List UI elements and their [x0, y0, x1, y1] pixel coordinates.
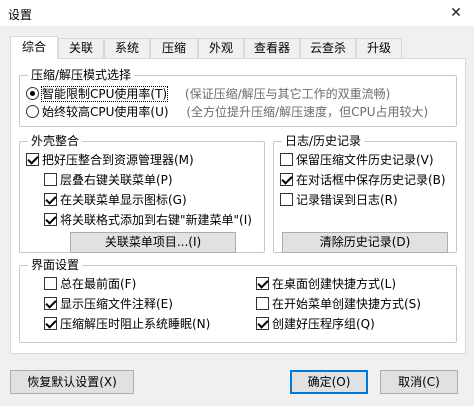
log-group-title: 日志/历史记录 [282, 134, 365, 148]
checkbox[interactable] [256, 317, 269, 330]
checkbox-label: 保留压缩文件历史记录(V) [296, 153, 434, 167]
ui-group-title: 界面设置 [28, 258, 83, 272]
checkbox[interactable] [44, 317, 57, 330]
mode-group-title: 压缩/解压模式选择 [28, 68, 135, 82]
tab-association[interactable]: 关联 [58, 38, 104, 58]
mode-option-high[interactable]: 始终较高CPU使用率(U) (全方位提升压缩/解压速度，但CPU占用较大) [26, 104, 428, 120]
shell-item-new-menu[interactable]: 将关联格式添加到右键"新建菜单"(I) [44, 212, 252, 228]
tab-system[interactable]: 系统 [104, 38, 150, 58]
checkbox-label: 在关联菜单显示图标(G) [60, 193, 187, 207]
checkbox[interactable] [44, 277, 57, 290]
ok-button[interactable]: 确定(O) [290, 370, 368, 394]
shell-item-integrate[interactable]: 把好压整合到资源管理器(M) [26, 152, 194, 168]
checkbox[interactable] [280, 153, 293, 166]
radio-smart-cpu[interactable] [26, 87, 39, 100]
tab-viewer[interactable]: 查看器 [244, 38, 300, 58]
cancel-button[interactable]: 取消(C) [380, 370, 458, 394]
ui-item-program-group[interactable]: 创建好压程序组(Q) [256, 316, 375, 332]
tab-strip: 综合 关联 系统 压缩 外观 查看器 云查杀 升级 [10, 36, 466, 59]
radio-high-cpu[interactable] [26, 105, 39, 118]
checkbox[interactable] [280, 193, 293, 206]
log-item-errors[interactable]: 记录错误到日志(R) [280, 192, 398, 208]
checkbox-label: 将关联格式添加到右键"新建菜单"(I) [60, 213, 252, 227]
mode-option-smart[interactable]: 智能限制CPU使用率(T) (保证压缩/解压与其它工作的双重流畅) [26, 86, 390, 102]
checkbox-label: 显示压缩文件注释(E) [60, 297, 173, 311]
log-item-keep-history[interactable]: 保留压缩文件历史记录(V) [280, 152, 434, 168]
ui-item-always-on-top[interactable]: 总在最前面(F) [44, 276, 136, 292]
checkbox[interactable] [256, 277, 269, 290]
tab-compression[interactable]: 压缩 [150, 38, 198, 58]
ui-item-desktop-shortcut[interactable]: 在桌面创建快捷方式(L) [256, 276, 396, 292]
title-bar: 设置 ✕ [0, 0, 474, 26]
checkbox[interactable] [44, 297, 57, 310]
checkbox[interactable] [26, 153, 39, 166]
checkbox-label: 总在最前面(F) [60, 277, 137, 291]
ui-item-show-comment[interactable]: 显示压缩文件注释(E) [44, 296, 173, 312]
checkbox[interactable] [44, 213, 57, 226]
checkbox-label: 把好压整合到资源管理器(M) [42, 153, 194, 167]
mode-option-hint: (全方位提升压缩/解压速度，但CPU占用较大) [186, 105, 429, 119]
settings-panel: 压缩/解压模式选择 智能限制CPU使用率(T) (保证压缩/解压与其它工作的双重… [10, 58, 466, 354]
mode-option-label: 智能限制CPU使用率(T) [40, 86, 169, 102]
shell-item-cascade[interactable]: 层叠右键关联菜单(P) [44, 172, 173, 188]
checkbox-label: 创建好压程序组(Q) [272, 317, 375, 331]
ui-item-prevent-sleep[interactable]: 压缩解压时阻止系统睡眠(N) [44, 316, 210, 332]
shell-group-title: 外壳整合 [28, 134, 83, 148]
checkbox-label: 在开始菜单创建快捷方式(S) [272, 297, 421, 311]
checkbox[interactable] [280, 173, 293, 186]
association-menu-items-button[interactable]: 关联菜单项目...(I) [70, 232, 236, 253]
shell-group: 外壳整合 把好压整合到资源管理器(M) 层叠右键关联菜单(P) 在关联菜单显示图… [19, 134, 265, 253]
checkbox[interactable] [256, 297, 269, 310]
checkbox-label: 在桌面创建快捷方式(L) [272, 277, 397, 291]
checkbox-label: 在对话框中保存历史记录(B) [296, 173, 446, 187]
tab-general[interactable]: 综合 [10, 36, 58, 59]
log-item-save-dialog[interactable]: 在对话框中保存历史记录(B) [280, 172, 446, 188]
ui-item-start-menu-shortcut[interactable]: 在开始菜单创建快捷方式(S) [256, 296, 421, 312]
checkbox[interactable] [44, 193, 57, 206]
mode-option-hint: (保证压缩/解压与其它工作的双重流畅) [184, 87, 391, 101]
tab-update[interactable]: 升级 [356, 38, 402, 58]
tab-cloud-scan[interactable]: 云查杀 [300, 38, 356, 58]
log-group: 日志/历史记录 保留压缩文件历史记录(V) 在对话框中保存历史记录(B) 记录错… [273, 134, 457, 253]
checkbox-label: 层叠右键关联菜单(P) [60, 173, 173, 187]
ui-group: 界面设置 总在最前面(F) 显示压缩文件注释(E) 压缩解压时阻止系统睡眠(N)… [19, 258, 457, 343]
mode-option-label: 始终较高CPU使用率(U) [42, 105, 169, 119]
shell-item-icons[interactable]: 在关联菜单显示图标(G) [44, 192, 187, 208]
restore-defaults-button[interactable]: 恢复默认设置(X) [10, 370, 134, 394]
clear-history-button[interactable]: 清除历史记录(D) [282, 232, 448, 253]
tab-appearance[interactable]: 外观 [198, 38, 244, 58]
checkbox[interactable] [44, 173, 57, 186]
close-icon[interactable]: ✕ [438, 0, 474, 26]
checkbox-label: 压缩解压时阻止系统睡眠(N) [60, 317, 211, 331]
window-title: 设置 [8, 8, 33, 22]
checkbox-label: 记录错误到日志(R) [296, 193, 398, 207]
mode-group: 压缩/解压模式选择 智能限制CPU使用率(T) (保证压缩/解压与其它工作的双重… [19, 68, 457, 127]
